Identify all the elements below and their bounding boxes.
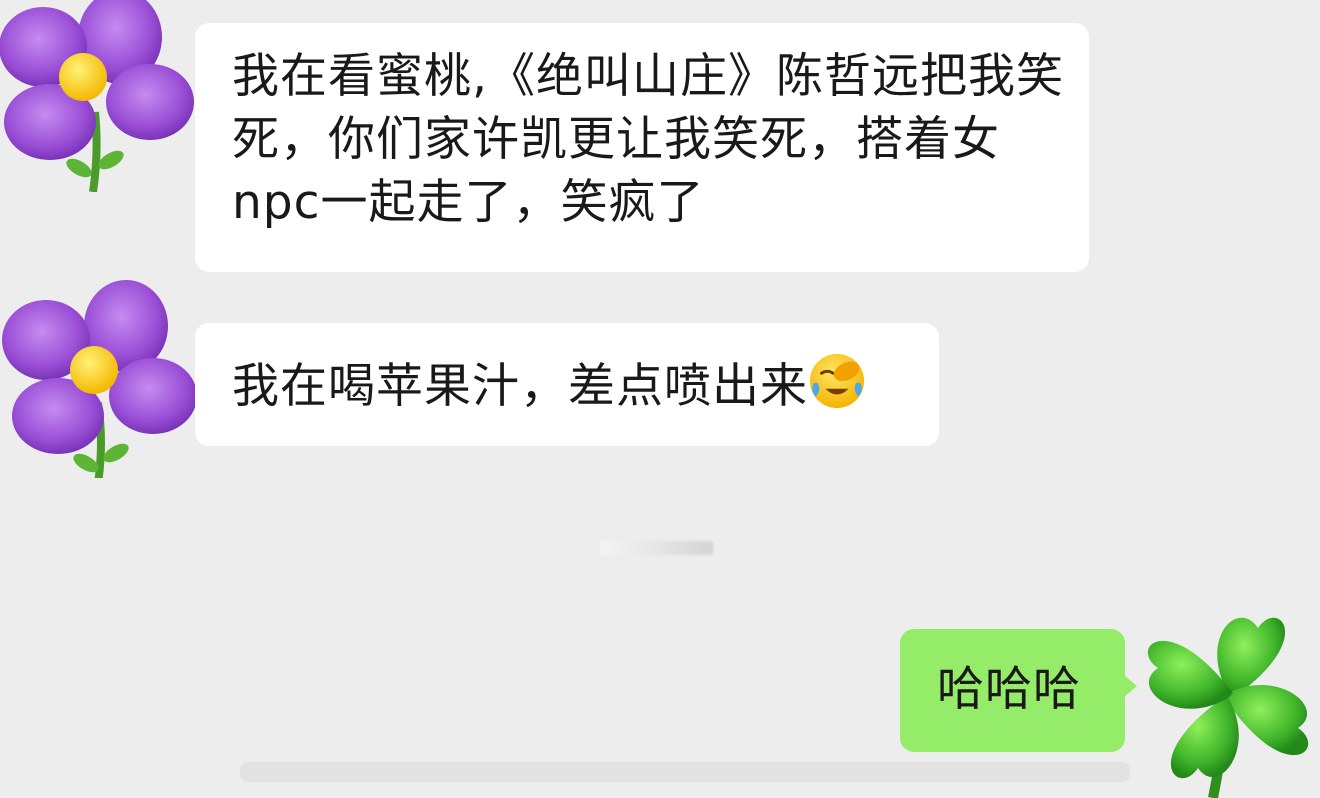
- message-bubble-incoming[interactable]: 我在看蜜桃,《绝叫山庄》陈哲远把我笑死，你们家许凯更让我笑死，搭着女npc一起走…: [195, 23, 1089, 272]
- four-leaf-clover-icon: [1147, 617, 1309, 798]
- my-avatar[interactable]: [1128, 598, 1320, 798]
- message-bubble-incoming[interactable]: 我在喝苹果汁，差点喷出来: [195, 323, 939, 446]
- purple-flower-icon: [2, 280, 197, 478]
- face-exhaling-tears-icon: [808, 352, 866, 410]
- message-bubble-outgoing[interactable]: 哈哈哈: [900, 629, 1137, 752]
- purple-flower-icon: [0, 0, 194, 192]
- message-text: 我在看蜜桃,《绝叫山庄》陈哲远把我笑死，你们家许凯更让我笑死，搭着女npc一起走…: [232, 49, 1064, 230]
- message-text: 哈哈哈: [937, 662, 1081, 717]
- message-text: 我在喝苹果汁，差点喷出来: [232, 359, 808, 414]
- blurred-content: [600, 541, 713, 555]
- contact-avatar[interactable]: [0, 278, 198, 478]
- input-bar-edge: [240, 762, 1130, 782]
- contact-avatar[interactable]: [0, 0, 195, 192]
